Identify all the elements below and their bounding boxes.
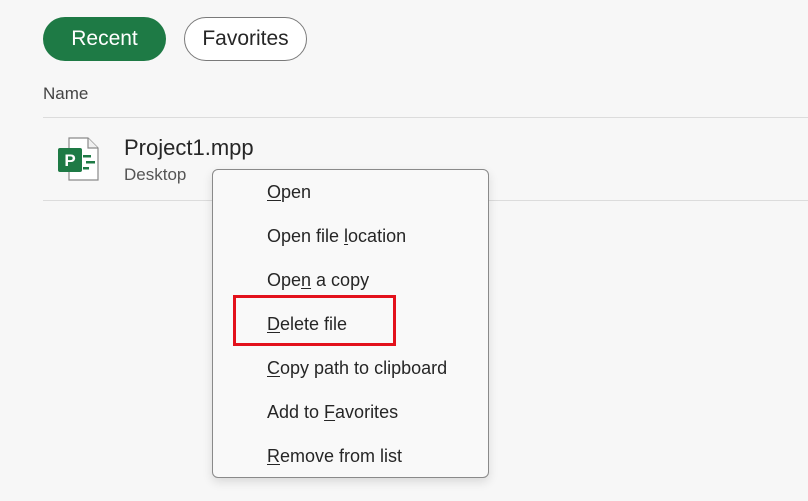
favorites-tab-label: Favorites (202, 27, 289, 50)
menu-item-open-file-location[interactable]: Open file location (213, 214, 488, 258)
menu-item-label: Delete file (267, 313, 348, 334)
menu-item-copy-path[interactable]: Copy path to clipboard (213, 346, 488, 390)
file-name: Project1.mpp (124, 135, 254, 160)
project-file-icon: P (57, 137, 99, 181)
menu-item-delete-file[interactable]: Delete file (213, 302, 488, 346)
menu-item-label: Open file location (267, 225, 407, 246)
recent-tab[interactable]: Recent (43, 17, 166, 61)
menu-item-add-to-favorites[interactable]: Add to Favorites (213, 390, 488, 434)
menu-item-label: Copy path to clipboard (267, 357, 448, 378)
menu-item-label: Open a copy (267, 269, 370, 290)
file-location: Desktop (124, 165, 187, 184)
recent-tab-label: Recent (71, 27, 138, 50)
name-column-header[interactable]: Name (43, 84, 88, 104)
menu-item-label: Open (267, 181, 312, 202)
favorites-tab[interactable]: Favorites (184, 17, 307, 61)
menu-item-open-a-copy[interactable]: Open a copy (213, 258, 488, 302)
menu-item-open[interactable]: Open (213, 170, 488, 214)
menu-item-label: Add to Favorites (267, 401, 399, 422)
menu-item-remove-from-list[interactable]: Remove from list (213, 434, 488, 478)
context-menu: Open Open file location Open a copy Dele… (212, 169, 489, 478)
menu-item-label: Remove from list (267, 445, 403, 466)
project-file-icon-letter: P (64, 151, 75, 170)
